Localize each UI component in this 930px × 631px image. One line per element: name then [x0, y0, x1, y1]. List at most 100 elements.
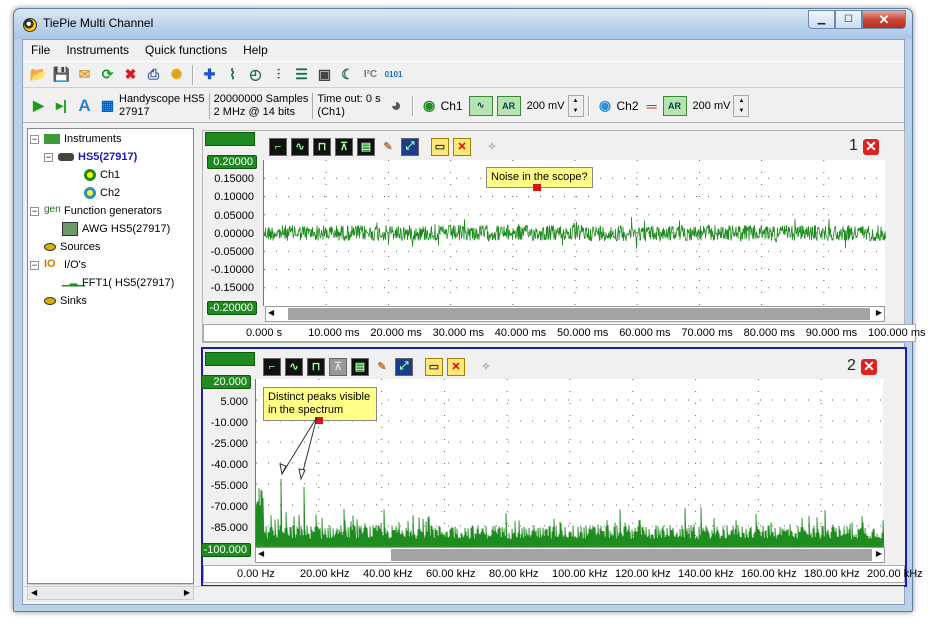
scope-device-icon: ▦	[100, 97, 115, 113]
spectrum-y-tick-label[interactable]: -100.000	[201, 543, 251, 557]
menu-quick-functions[interactable]: Quick functions	[145, 43, 227, 57]
spectrum-x-tick-label: 80.00 kHz	[489, 568, 539, 580]
scope-horizontal-scrollbar[interactable]: ◀ ▶	[265, 306, 885, 322]
step-icon-2[interactable]: ⊼	[329, 357, 347, 376]
record-length-info[interactable]: 20000000 Samples 2 MHz @ 14 bits	[208, 92, 313, 119]
scope-y-tick-label[interactable]: 0.20000	[207, 155, 257, 169]
tree-node-hs5[interactable]: − HS5(27917)	[44, 149, 137, 165]
spectrum-x-tick-label: 140.00 kHz	[678, 568, 734, 580]
scope-scroll-right-icon[interactable]: ▶	[876, 308, 882, 317]
spectrum-close-button[interactable]: ✕	[861, 359, 877, 375]
scope-close-button[interactable]: ✕	[863, 139, 879, 155]
ch1-range-spinner[interactable]: ▲ ▼	[567, 94, 584, 117]
scope-y-tick-label: 0.15000	[214, 173, 254, 186]
spectrum-x-tick-label: 100.00 kHz	[552, 568, 608, 580]
delete-note-icon-2[interactable]: ✕	[447, 357, 465, 376]
scope-scroll-left-icon[interactable]: ◀	[268, 308, 274, 317]
print-icon[interactable]: ⎙	[142, 64, 165, 86]
step-icon[interactable]: ⊼	[335, 137, 353, 156]
close-window-button[interactable]: ✕	[862, 10, 906, 29]
i2c-icon[interactable]: I²C	[359, 64, 382, 86]
zoom-icon-2[interactable]: ⤢	[395, 357, 413, 376]
ch2-coupling-button[interactable]: AR	[662, 95, 687, 116]
tree-node-sources[interactable]: Sources	[44, 239, 100, 255]
scope-x-tick-label: 0.000 s	[246, 327, 283, 339]
binary-icon[interactable]: 0101	[382, 64, 405, 86]
graph-mode-icon[interactable]: ⌐	[269, 137, 287, 156]
save-icon[interactable]: 💾	[50, 64, 73, 86]
scope-y-tick-label[interactable]: -0.20000	[207, 300, 257, 315]
main-window: TiePie Multi Channel ▁ ☐ ✕ File Instrume…	[13, 8, 925, 612]
tree-node-instruments[interactable]: − Instruments	[30, 131, 121, 147]
fft-graph-icon[interactable]: ⫶	[267, 64, 290, 86]
awg-icon	[62, 222, 78, 236]
maximize-button[interactable]: ☐	[835, 10, 862, 29]
signal-ch1-icon-2[interactable]: ∿	[285, 357, 303, 376]
timeout-knob-icon[interactable]: ◕	[385, 95, 408, 117]
spectrum-y-header	[205, 352, 255, 366]
add-note-icon[interactable]: ▭	[431, 137, 449, 156]
menu-help[interactable]: Help	[243, 43, 268, 57]
delete-icon[interactable]: ✖	[119, 64, 142, 86]
grid-icon[interactable]: ▤	[357, 137, 375, 156]
counter-icon[interactable]: ▣	[313, 64, 336, 86]
ch1-coupling-button[interactable]: AR	[496, 95, 521, 116]
cursor-icon-2[interactable]: ✧	[477, 358, 495, 376]
instruments-icon	[44, 134, 60, 144]
ch2-disabled-icon[interactable]: ═	[643, 95, 661, 117]
tree-node-function-generators[interactable]: − gen Function generators	[30, 203, 162, 219]
delete-note-icon[interactable]: ✕	[453, 137, 471, 156]
spectrum-y-tick-label: -40.000	[210, 459, 248, 471]
cursor-icon[interactable]: ✧	[483, 138, 501, 156]
meter-icon[interactable]: ☰	[290, 64, 313, 86]
pulse-icon-2[interactable]: ⊓	[307, 357, 325, 376]
open-icon[interactable]: 📂	[27, 64, 50, 86]
moon-icon[interactable]: ☾	[336, 64, 359, 86]
ch2-range-spinner[interactable]: ▲ ▼	[733, 94, 750, 117]
scope-icon	[58, 153, 74, 161]
pulse-icon[interactable]: ⊓	[313, 137, 331, 156]
tree-node-ch2[interactable]: Ch2	[84, 185, 120, 201]
ch1-enable-button[interactable]: ∿	[468, 95, 493, 116]
spectrum-scroll-right-icon[interactable]: ▶	[876, 549, 882, 558]
ch1-range[interactable]: 200 mV	[527, 100, 565, 112]
ch2-range[interactable]: 200 mV	[693, 100, 731, 112]
spectrum-horizontal-scrollbar[interactable]: ◀ ▶	[255, 547, 885, 563]
single-icon[interactable]: ▸|	[50, 95, 73, 117]
spectrum-scroll-thumb[interactable]	[391, 549, 872, 561]
zoom-icon[interactable]: ⤢	[401, 137, 419, 156]
signal-ch1-icon[interactable]: ∿	[291, 137, 309, 156]
mail-icon[interactable]: ✉	[73, 64, 96, 86]
refresh-icon[interactable]: ⟳	[96, 64, 119, 86]
minimize-button[interactable]: ▁	[808, 10, 835, 29]
pen-icon[interactable]: ✎	[379, 138, 397, 156]
tree-node-sinks[interactable]: Sinks	[44, 293, 87, 309]
menu-file[interactable]: File	[31, 43, 50, 57]
tree-node-fft[interactable]: ▁▂▁ FFT1( HS5(27917)	[62, 275, 174, 291]
title-bar[interactable]: TiePie Multi Channel ▁ ☐ ✕	[14, 9, 912, 39]
auto-icon[interactable]: A	[73, 95, 96, 117]
spectrum-scroll-left-icon[interactable]: ◀	[258, 549, 264, 558]
spectrum-y-tick-label[interactable]: 20.000	[201, 375, 251, 389]
scope-note-grip[interactable]	[533, 184, 541, 191]
menu-instruments[interactable]: Instruments	[66, 43, 129, 57]
graph-mode-icon-2[interactable]: ⌐	[263, 357, 281, 376]
spectrum-note[interactable]: Distinct peaks visible in the spectrum	[263, 387, 377, 424]
scope-note[interactable]: Noise in the scope?	[486, 167, 593, 191]
settings-icon[interactable]: ✺	[165, 64, 188, 86]
scope-graph-number: 1	[849, 137, 858, 154]
xy-graph-icon[interactable]: ◴	[244, 64, 267, 86]
tree-node-ios[interactable]: − IO I/O's	[30, 257, 86, 273]
timeout-info[interactable]: Time out: 0 s (Ch1)	[312, 92, 384, 119]
yt-graph-icon[interactable]: ⌇	[221, 64, 244, 86]
add-note-icon-2[interactable]: ▭	[425, 357, 443, 376]
tree-node-awg[interactable]: AWG HS5(27917)	[62, 221, 170, 237]
pen-icon-2[interactable]: ✎	[373, 358, 391, 376]
spectrum-y-tick-label: -25.000	[210, 438, 248, 450]
start-icon[interactable]: ▶	[27, 95, 50, 117]
grid-icon-2[interactable]: ▤	[351, 357, 369, 376]
scope-scroll-thumb[interactable]	[288, 308, 870, 320]
spectrum-note-grip[interactable]	[315, 417, 323, 424]
tree-node-ch1[interactable]: Ch1	[84, 167, 120, 183]
add-graph-icon[interactable]: ✚	[198, 64, 221, 86]
